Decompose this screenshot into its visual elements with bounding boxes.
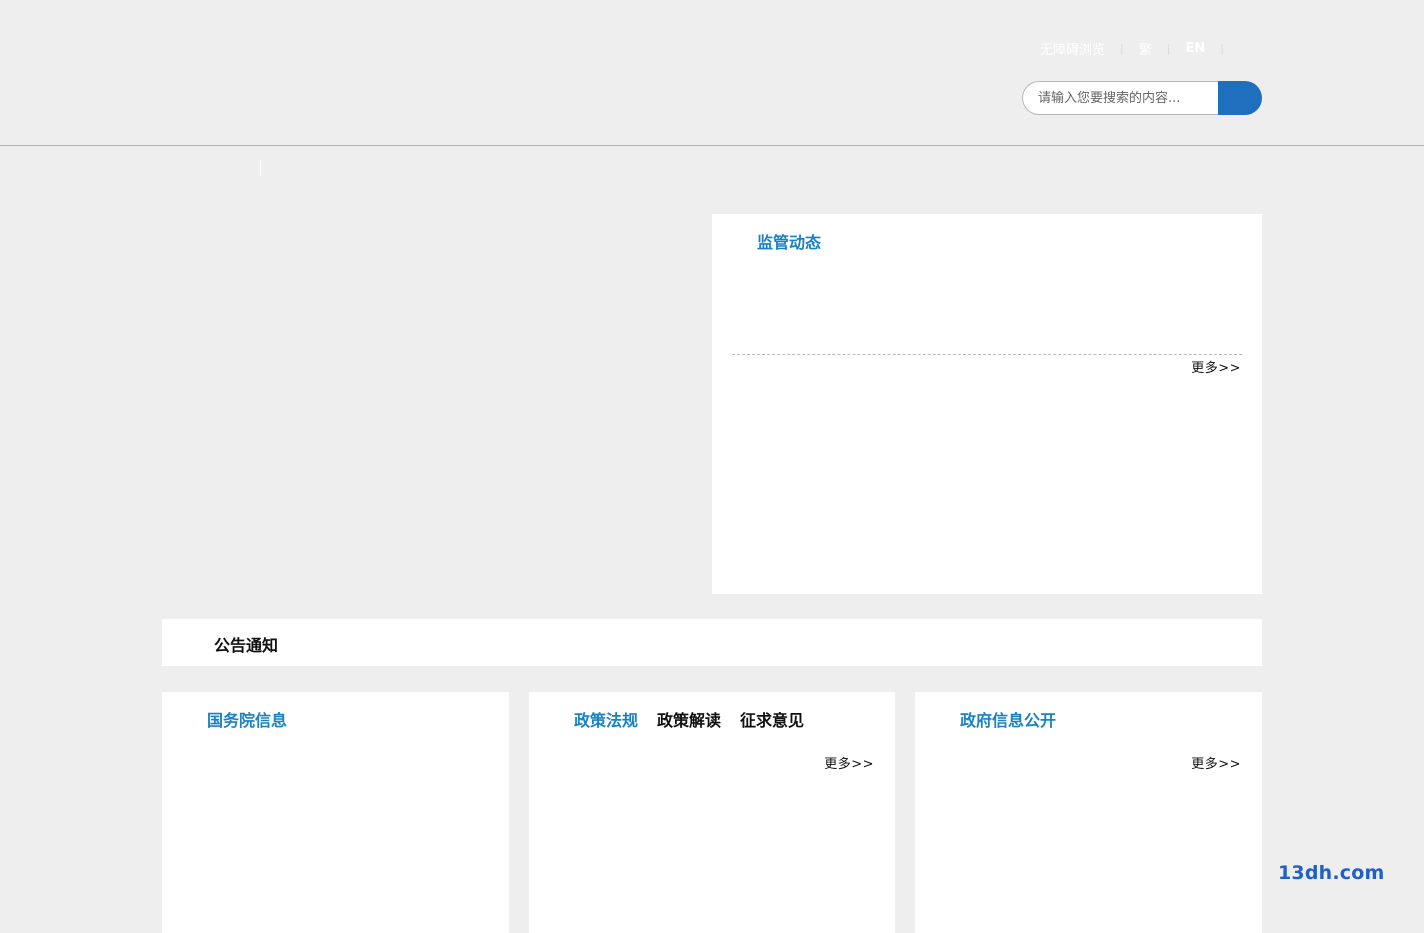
watermark: 13dh.com bbox=[1278, 862, 1385, 884]
panel-divider bbox=[732, 354, 1242, 355]
traditional-chinese-link[interactable]: 繁 bbox=[1139, 39, 1152, 58]
policy-tabs: 政策法规 政策解读 征求意见 bbox=[574, 707, 823, 731]
gov-info-disclosure-panel: 政府信息公开 更多>> bbox=[915, 692, 1262, 933]
policy-more-link[interactable]: 更多>> bbox=[824, 753, 874, 772]
top-link-separator: | bbox=[1166, 41, 1171, 55]
tab-policy-interpretation[interactable]: 政策解读 bbox=[657, 707, 721, 731]
regulatory-news-title[interactable]: 监管动态 bbox=[757, 229, 821, 253]
accessibility-link[interactable]: 无障碍浏览 bbox=[1040, 39, 1105, 58]
nav-divider bbox=[260, 160, 261, 176]
announcements-bar: 公告通知 bbox=[162, 619, 1262, 666]
top-link-separator: | bbox=[1120, 41, 1124, 55]
announcements-title[interactable]: 公告通知 bbox=[214, 632, 278, 656]
search-bar bbox=[1022, 81, 1262, 115]
gov-info-disclosure-title[interactable]: 政府信息公开 bbox=[960, 707, 1056, 731]
page: 无障碍浏览 | 繁 | EN | 监管动态 更多>> 公告通知 国务院信息 政策… bbox=[0, 0, 1424, 933]
tab-policy-regulations[interactable]: 政策法规 bbox=[574, 707, 638, 731]
gov-info-disclosure-more-link[interactable]: 更多>> bbox=[1191, 753, 1241, 772]
top-link-separator: | bbox=[1220, 41, 1224, 55]
search-button[interactable] bbox=[1218, 81, 1262, 115]
top-links: 无障碍浏览 | 繁 | EN | bbox=[1040, 39, 1239, 58]
regulatory-news-more-link[interactable]: 更多>> bbox=[1191, 357, 1241, 376]
english-link[interactable]: EN bbox=[1185, 41, 1205, 56]
regulatory-news-panel: 监管动态 更多>> bbox=[712, 214, 1262, 594]
tab-public-consultation[interactable]: 征求意见 bbox=[740, 707, 804, 731]
header-divider bbox=[0, 145, 1424, 146]
search-input[interactable] bbox=[1022, 81, 1218, 115]
policy-panel: 政策法规 政策解读 征求意见 更多>> bbox=[529, 692, 895, 933]
state-council-title[interactable]: 国务院信息 bbox=[207, 707, 287, 731]
state-council-panel: 国务院信息 bbox=[162, 692, 509, 933]
